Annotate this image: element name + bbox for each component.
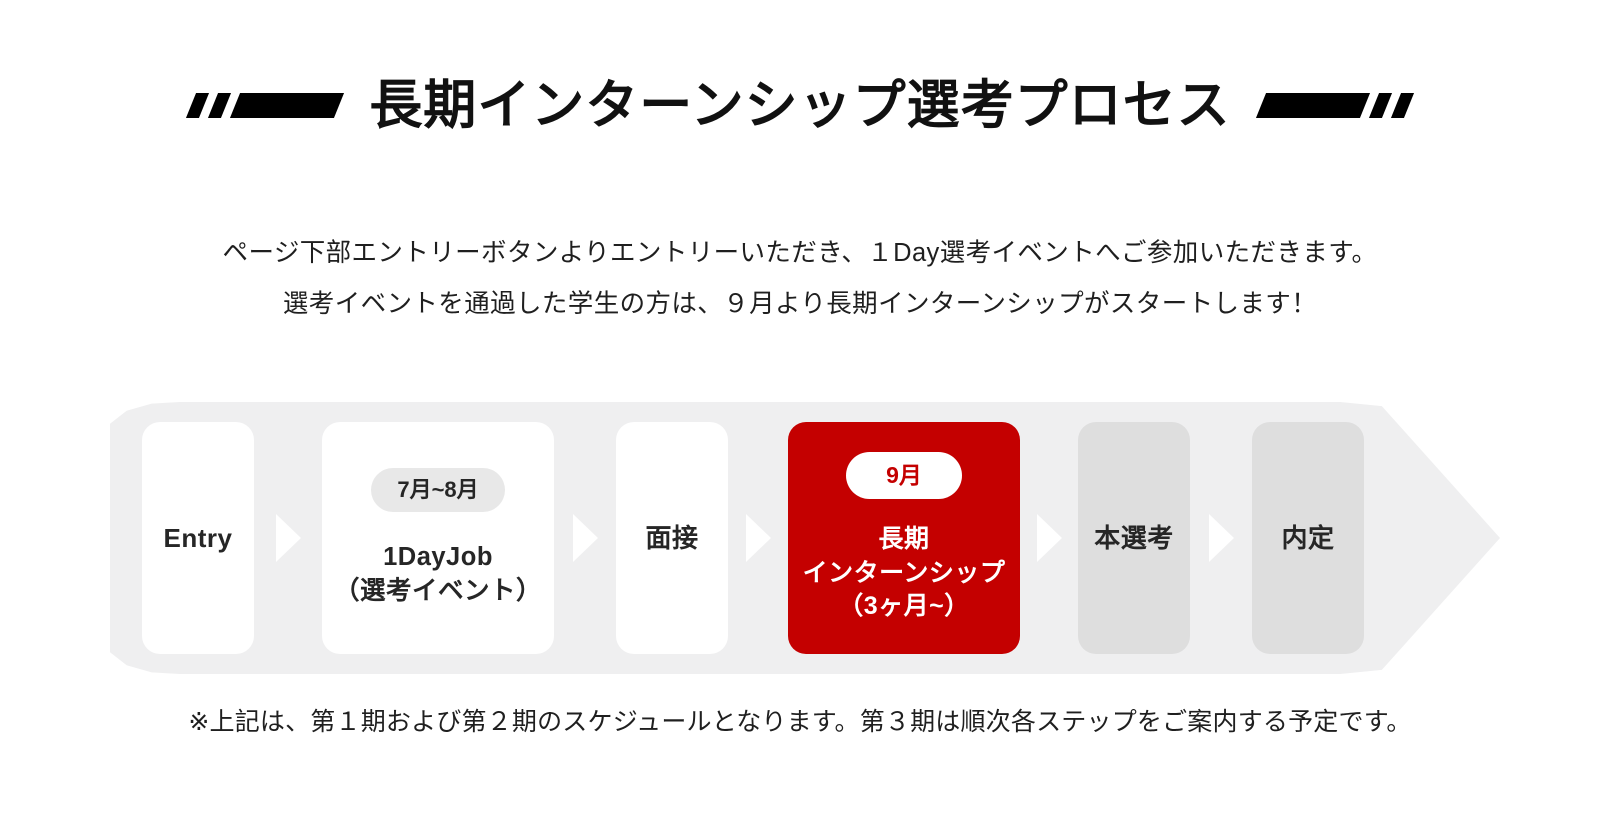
page-title: 長期インターンシップ選考プロセス xyxy=(369,74,1231,136)
flow-steps-container: Entry 7月~8月 1DayJob （選考イベント） 面接 9月長期インターンシップ （… xyxy=(110,402,1500,674)
step-label-line: インターンシップ xyxy=(802,558,1006,587)
step-label-line: Entry xyxy=(163,522,233,553)
step-separator-arrow xyxy=(736,402,780,674)
flow-step-card[interactable]: 9月長期インターンシップ （3ヶ月~） xyxy=(788,422,1020,654)
deco-bar-thin xyxy=(1390,92,1414,118)
step-separator-arrow xyxy=(266,402,310,674)
step-label: 長期インターンシップ （3ヶ月~） xyxy=(803,523,1006,624)
triangle-right-icon xyxy=(572,514,598,562)
deco-bar-thick xyxy=(1255,92,1370,118)
triangle-right-icon xyxy=(275,514,301,562)
triangle-right-icon xyxy=(745,514,771,562)
step-label-line: 本選考 xyxy=(1094,522,1174,553)
step-separator-arrow xyxy=(563,402,607,674)
step-label-line: 面接 xyxy=(645,522,699,553)
step-label-line: （3ヶ月~） xyxy=(838,592,970,621)
triangle-right-icon xyxy=(1036,514,1062,562)
page-title-row: 長期インターンシップ選考プロセス xyxy=(0,62,1600,148)
step-label-line: 長期 xyxy=(878,525,930,554)
slanted-bars-left-icon xyxy=(186,82,345,128)
triangle-right-icon xyxy=(1208,514,1234,562)
step-period-badge: 9月 xyxy=(846,452,962,500)
step-label: 内定 xyxy=(1281,521,1334,556)
lead-paragraph: ページ下部エントリーボタンよりエントリーいただき、１Day選考イベントへご参加い… xyxy=(0,228,1600,330)
step-label: 面接 xyxy=(645,521,698,556)
selection-process-flow: Entry 7月~8月 1DayJob （選考イベント） 面接 9月長期インターンシップ （… xyxy=(110,402,1500,674)
step-label-line: （選考イベント） xyxy=(333,577,542,605)
flow-step-card[interactable]: 内定 xyxy=(1252,422,1364,654)
flow-step-card[interactable]: Entry xyxy=(142,422,254,654)
step-separator-arrow xyxy=(1199,402,1243,674)
flow-step-card[interactable]: 本選考 xyxy=(1078,422,1190,654)
deco-bar-thin xyxy=(186,92,210,118)
step-label-line: 内定 xyxy=(1281,522,1335,553)
footnote: ※上記は、第１期および第２期のスケジュールとなります。第３期は順次各ステップをご… xyxy=(188,708,1412,736)
step-label: Entry xyxy=(164,521,233,556)
slanted-bars-right-icon xyxy=(1255,82,1414,128)
step-label-line: 1DayJob xyxy=(383,542,493,571)
step-separator-arrow xyxy=(1027,402,1071,674)
step-period-badge: 7月~8月 xyxy=(371,467,505,512)
step-label: 1DayJob （選考イベント） xyxy=(334,540,542,608)
deco-bar-thin xyxy=(1368,92,1392,118)
flow-step-card[interactable]: 面接 xyxy=(616,422,728,654)
deco-bar-thick xyxy=(230,92,345,118)
lead-line-2: 選考イベントを通過した学生の方は、９月より長期インターンシップがスタートします！ xyxy=(282,290,1318,318)
deco-bar-thin xyxy=(208,92,232,118)
lead-line-1: ページ下部エントリーボタンよりエントリーいただき、１Day選考イベントへご参加い… xyxy=(222,239,1378,267)
step-label: 本選考 xyxy=(1094,521,1174,556)
flow-step-card[interactable]: 7月~8月 1DayJob （選考イベント） xyxy=(322,422,554,654)
